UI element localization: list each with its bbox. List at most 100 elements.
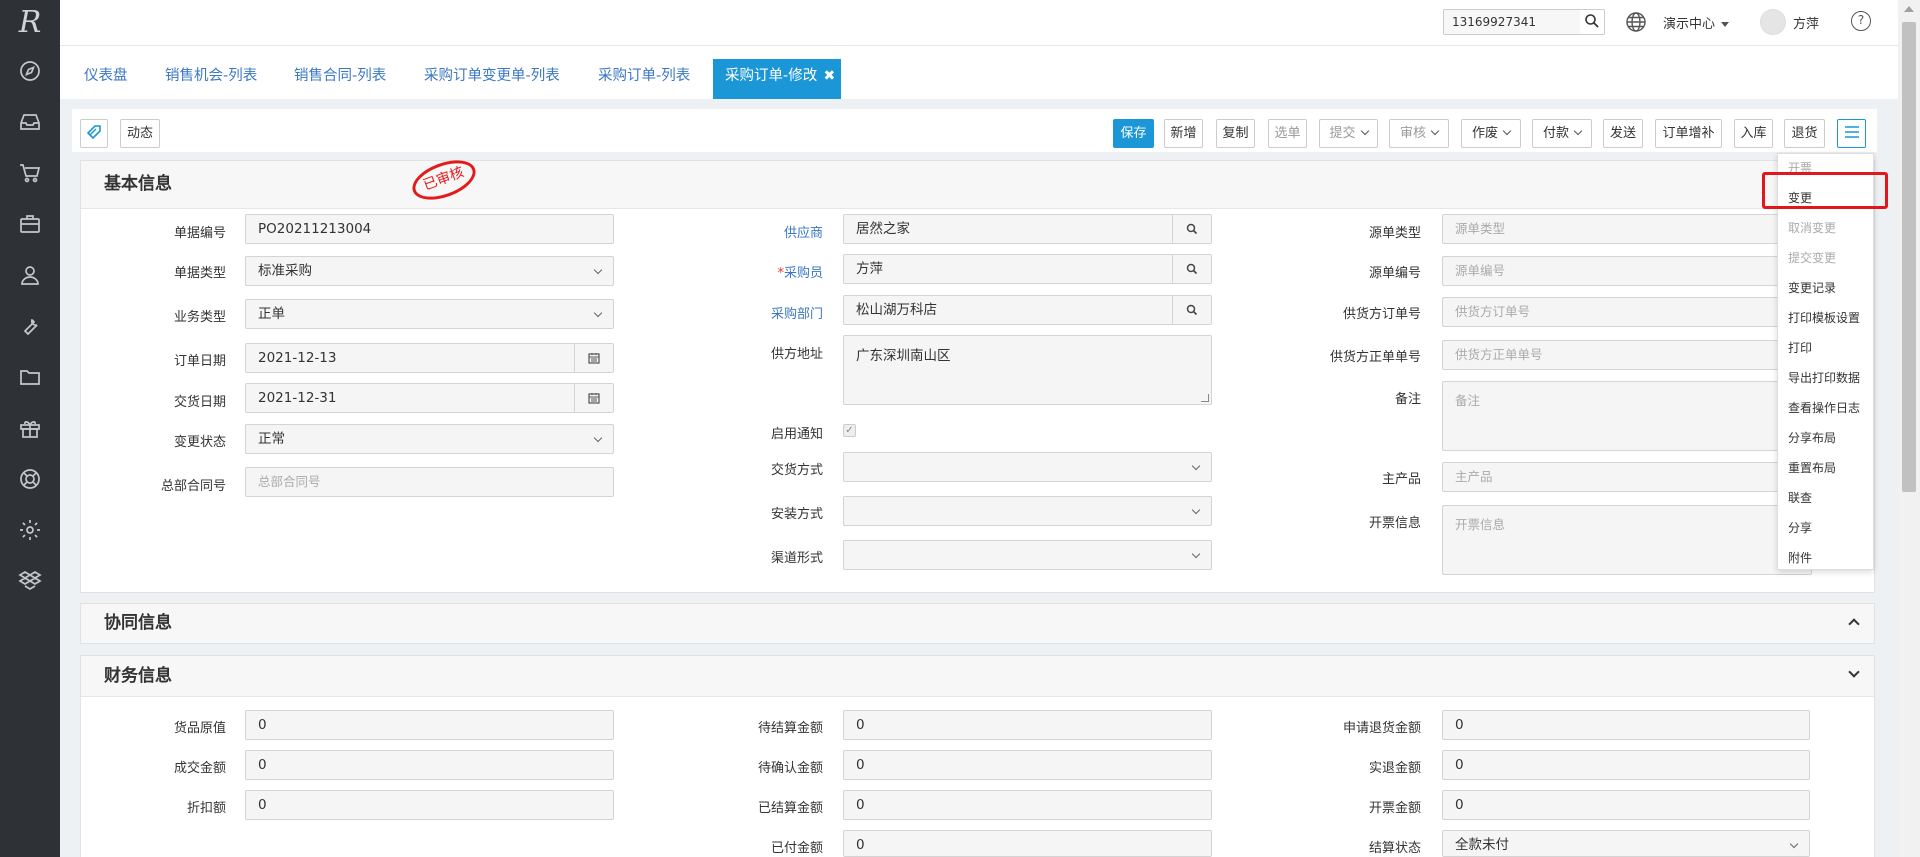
payment-button[interactable]: 付款 [1532,119,1592,148]
new-button[interactable]: 新增 [1164,119,1203,148]
tab-purchase-change-list[interactable]: 采购订单变更单-列表 [412,59,572,99]
calendar-icon[interactable] [574,384,613,412]
biz-type-select[interactable]: 正单 [245,299,614,329]
menu-item-share[interactable]: 分享 [1788,519,1812,536]
order-supplement-button[interactable]: 订单增补 [1655,119,1722,148]
menu-item-change-log[interactable]: 变更记录 [1788,279,1836,296]
pending-confirm-field[interactable]: 0 [843,750,1212,780]
menu-item-operation-log[interactable]: 查看操作日志 [1788,399,1860,416]
supplier-order-field[interactable]: 供货方订单号 [1442,297,1812,327]
wrench-icon[interactable] [0,300,60,351]
tab-sales-contract-list[interactable]: 销售合同-列表 [282,59,398,99]
delivery-mode-select[interactable] [843,452,1212,482]
tab-purchase-order-edit[interactable]: 采购订单-修改 ✖ [713,59,842,99]
change-status-select[interactable]: 正常 [245,424,614,454]
pending-settle-field[interactable]: 0 [843,710,1212,740]
search-icon[interactable] [1584,13,1600,33]
globe-icon[interactable] [1625,11,1647,37]
briefcase-icon[interactable] [0,198,60,249]
search-icon[interactable] [1172,215,1211,243]
deal-amount-field[interactable]: 0 [245,750,614,780]
close-icon[interactable]: ✖ [824,59,836,93]
help-icon[interactable]: ? [1851,11,1871,31]
hq-contract-field[interactable]: 总部合同号 [245,467,614,497]
tag-button[interactable] [80,119,108,148]
menu-item-print[interactable]: 打印 [1788,339,1812,356]
avatar[interactable] [1760,9,1786,35]
goods-value-field[interactable]: 0 [245,710,614,740]
menu-item-print-template[interactable]: 打印模板设置 [1788,309,1860,326]
inbox-icon[interactable] [0,96,60,147]
settled-field[interactable]: 0 [843,790,1212,820]
audit-button[interactable]: 审核 [1389,119,1449,148]
select-order-button[interactable]: 选单 [1268,119,1307,148]
dept-label[interactable]: 采购部门 [673,303,823,322]
dept-field[interactable]: 松山湖万科店 [843,295,1212,325]
supplier-label[interactable]: 供应商 [673,222,823,241]
scroll-up-arrow-icon[interactable] [1904,6,1914,12]
search-input[interactable] [1444,10,1580,34]
cart-icon[interactable] [0,147,60,198]
invoiced-field[interactable]: 0 [1442,790,1810,820]
main-product-field[interactable]: 主产品 [1442,462,1812,492]
settle-status-select[interactable]: 全款未付 [1442,830,1810,857]
gear-icon[interactable] [0,504,60,555]
src-no-field[interactable]: 源单编号 [1442,256,1812,286]
discount-field[interactable]: 0 [245,790,614,820]
menu-item-reset-layout[interactable]: 重置布局 [1788,459,1836,476]
install-mode-select[interactable] [843,496,1212,526]
refunded-field[interactable]: 0 [1442,750,1810,780]
menu-item-submit-change[interactable]: 提交变更 [1788,249,1836,266]
tab-dashboard[interactable]: 仪表盘 [72,59,140,99]
delivery-date-field[interactable]: 2021-12-31 [245,383,614,413]
notify-checkbox[interactable]: ✓ [843,424,856,437]
src-type-field[interactable]: 源单类型 [1442,214,1812,244]
menu-item-export-print-data[interactable]: 导出打印数据 [1788,369,1860,386]
return-button[interactable]: 退货 [1784,119,1825,148]
doc-no-field[interactable]: PO20211213004 [245,214,614,244]
submit-button[interactable]: 提交 [1319,119,1378,148]
demo-center-menu[interactable]: 演示中心 [1663,13,1730,32]
stock-in-button[interactable]: 入库 [1734,119,1773,148]
supplier-field[interactable]: 居然之家 [843,214,1212,244]
more-menu-button[interactable] [1837,119,1866,148]
send-button[interactable]: 发送 [1603,119,1643,148]
app-logo[interactable]: R [0,0,60,45]
compass-icon[interactable] [0,45,60,96]
refund-apply-field[interactable]: 0 [1442,710,1810,740]
scroll-thumb[interactable] [1902,22,1916,492]
buyer-label[interactable]: *采购员 [673,262,823,281]
vertical-scrollbar[interactable] [1898,0,1920,857]
order-date-field[interactable]: 2021-12-13 [245,343,614,373]
tab-sales-opportunity-list[interactable]: 销售机会-列表 [153,59,269,99]
menu-item-attachment[interactable]: 附件 [1788,549,1812,566]
resize-handle[interactable] [1201,394,1209,402]
menu-item-cancel-change[interactable]: 取消变更 [1788,219,1836,236]
save-button[interactable]: 保存 [1113,119,1154,148]
void-button[interactable]: 作废 [1461,119,1521,148]
dynamic-button[interactable]: 动态 [120,119,160,148]
dropbox-icon[interactable] [0,555,60,606]
tab-purchase-order-list[interactable]: 采购订单-列表 [586,59,702,99]
supplier-formal-field[interactable]: 供货方正单单号 [1442,340,1812,370]
doc-type-select[interactable]: 标准采购 [245,256,614,286]
buyer-field[interactable]: 方萍 [843,254,1212,284]
folder-icon[interactable] [0,351,60,402]
global-search[interactable] [1443,9,1605,35]
paid-field[interactable]: 0 [843,830,1212,857]
collab-info-panel[interactable]: 协同信息 [80,603,1875,644]
gift-icon[interactable] [0,402,60,453]
user-icon[interactable] [0,249,60,300]
menu-item-share-layout[interactable]: 分享布局 [1788,429,1836,446]
search-icon[interactable] [1172,296,1211,324]
copy-button[interactable]: 复制 [1216,119,1255,148]
search-icon[interactable] [1172,255,1211,283]
supplier-addr-textarea[interactable]: 广东深圳南山区 [843,335,1212,405]
lifebuoy-icon[interactable] [0,453,60,504]
remark-textarea[interactable]: 备注 [1442,381,1812,451]
calendar-icon[interactable] [574,344,613,372]
menu-item-linked-query[interactable]: 联查 [1788,489,1812,506]
username[interactable]: 方萍 [1793,13,1819,32]
invoice-info-textarea[interactable]: 开票信息 [1442,505,1812,575]
channel-select[interactable] [843,540,1212,570]
